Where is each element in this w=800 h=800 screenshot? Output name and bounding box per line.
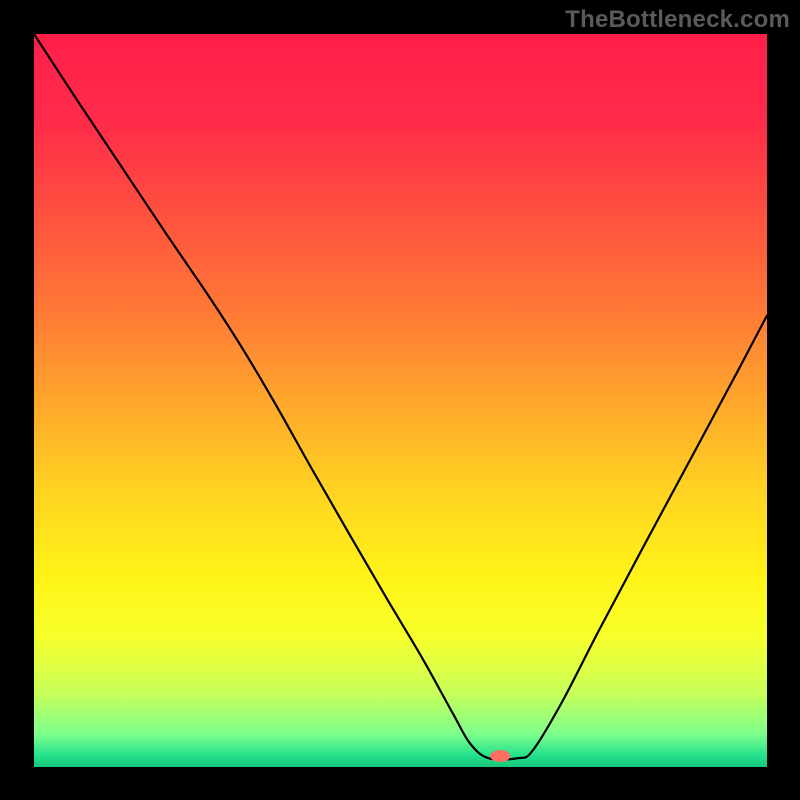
plot-svg — [34, 34, 767, 767]
optimum-marker — [490, 750, 510, 762]
plot-area — [34, 34, 767, 767]
gradient-background — [34, 34, 767, 767]
watermark-text: TheBottleneck.com — [565, 6, 790, 34]
chart-frame: TheBottleneck.com — [0, 0, 800, 800]
